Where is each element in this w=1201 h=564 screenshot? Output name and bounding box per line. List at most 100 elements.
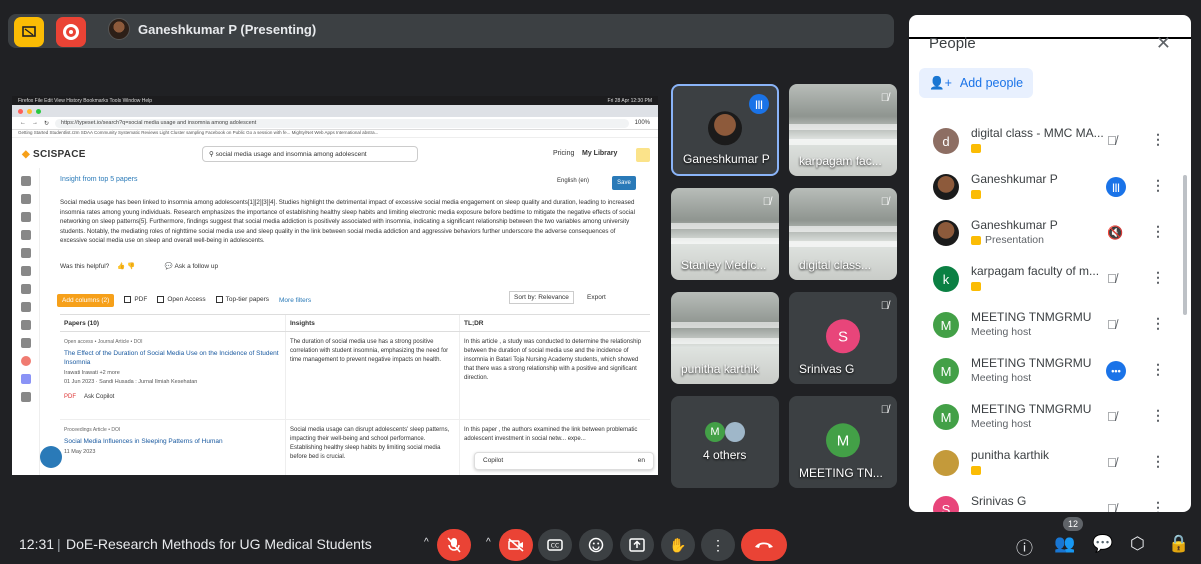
list-item[interactable]: M MEETING TNMGRMU Meeting host 🎙̸ ⋮ (909, 395, 1191, 441)
language-select: English (en) (557, 178, 590, 184)
captions-icon: CC (547, 539, 563, 551)
list-item[interactable]: Ganeshkumar P Presentation 🔇 ⋮ (909, 211, 1191, 257)
more-options-icon[interactable]: ⋮ (1151, 453, 1165, 470)
presenting-bar: Ganeshkumar P (Presenting) (8, 14, 894, 48)
list-item[interactable]: M MEETING TNMGRMU Meeting host 🎙̸ ⋮ (909, 303, 1191, 349)
mic-off-icon[interactable]: 🎙̸ (1107, 317, 1117, 332)
more-options-icon[interactable]: ⋮ (1151, 223, 1165, 240)
presentation-icon[interactable] (14, 17, 44, 47)
host-controls-icon[interactable]: 🔒 (1168, 534, 1189, 554)
participant-tile[interactable]: M 🎙̸ MEETING TN... (789, 396, 897, 488)
more-options-icon[interactable]: ⋮ (1151, 269, 1165, 286)
sort-select: Sort by: Relevance (509, 291, 574, 304)
more-options-icon[interactable]: ⋮ (1151, 407, 1165, 424)
participant-tile[interactable]: punitha karthik (671, 292, 779, 384)
list-item[interactable]: punitha karthik 🎙̸ ⋮ (909, 441, 1191, 487)
mic-off-icon: 🎙̸ (880, 404, 889, 416)
scispace-logo: SCISPACE (22, 149, 86, 160)
present-screen-icon (629, 538, 645, 552)
mic-toggle-button[interactable] (437, 529, 471, 561)
avatar (933, 174, 959, 200)
add-columns-button: Add columns (2) (57, 293, 115, 307)
avatar: M (933, 358, 959, 384)
raise-hand-button[interactable]: ✋ (661, 529, 695, 561)
participant-tile[interactable]: ||| Ganeshkumar P (671, 84, 779, 176)
ask-copilot-link: Ask Copilot (84, 394, 115, 400)
presentation-badge-icon (971, 282, 981, 291)
info-icon[interactable]: ⓘ (1016, 534, 1033, 559)
more-options-icon[interactable]: ⋮ (1151, 499, 1165, 512)
avatar (708, 111, 742, 146)
paper-meta: Open access • Journal Article • DOI (64, 339, 143, 345)
mic-off-icon[interactable]: 🎙̸ (1107, 271, 1117, 286)
person-role: Meeting host (971, 372, 1032, 384)
captions-button[interactable]: CC (538, 529, 572, 561)
list-item[interactable]: S Srinivas G 🎙̸ ⋮ (909, 487, 1191, 512)
more-options-button[interactable]: ⋮ (701, 529, 735, 561)
list-item[interactable]: Ganeshkumar P ||| ⋮ (909, 165, 1191, 211)
people-panel: People ✕ 👤+ Add people d digital class -… (909, 15, 1191, 512)
participant-tile[interactable]: 🎙̸ Stanley Medic... (671, 188, 779, 280)
camera-toggle-button[interactable] (499, 529, 533, 561)
present-button[interactable] (620, 529, 654, 561)
filters-row: Add columns (2) PDF Open Access Top-tier… (57, 291, 647, 309)
more-options-icon[interactable]: ⋮ (1151, 177, 1165, 194)
avatar: M (933, 312, 959, 338)
back-icon: ← (20, 120, 26, 126)
camera-options-chevron-icon[interactable]: ^ (486, 537, 491, 548)
mic-off-icon[interactable]: 🎙̸ (1107, 501, 1117, 512)
search-icon: ⚲ (209, 151, 216, 158)
list-item[interactable]: d digital class - MMC MA... 🎙̸ ⋮ (909, 119, 1191, 165)
chat-icon (20, 284, 31, 294)
mic-off-icon[interactable]: 🎙̸ (1107, 133, 1117, 148)
paper-title: The Effect of the Duration of Social Med… (64, 350, 279, 366)
close-icon[interactable]: ✕ (1156, 33, 1171, 54)
avatar: k (933, 266, 959, 292)
avatar: M (933, 404, 959, 430)
mac-clock: Fri 28 Apr 12:30 PM (607, 97, 652, 104)
volume-off-icon[interactable]: 🔇 (1107, 225, 1123, 241)
participant-tile[interactable]: 🎙̸ digital class... (789, 188, 897, 280)
more-options-icon[interactable]: ⋮ (1151, 315, 1165, 332)
reactions-button[interactable] (579, 529, 613, 561)
tile-name: MEETING TN... (799, 466, 883, 480)
person-name: MEETING TNMGRMU (971, 402, 1092, 416)
add-people-button[interactable]: 👤+ Add people (919, 68, 1034, 98)
url-field: https://typeset.io/search?q=social media… (55, 118, 629, 128)
meeting-clock: 12:31 (19, 536, 55, 552)
chrome-icon (20, 356, 31, 366)
participant-tile[interactable]: S 🎙̸ Srinivas G (789, 292, 897, 384)
participant-tile[interactable]: 🎙̸ karpagam fac... (789, 84, 897, 176)
svg-text:CC: CC (551, 543, 559, 550)
mic-off-icon[interactable]: 🎙̸ (1107, 409, 1117, 424)
table-header: Papers (10) Insights TL;DR (60, 314, 650, 332)
mic-off-icon: 🎙̸ (880, 92, 889, 104)
more-options-icon[interactable]: ⋮ (1151, 131, 1165, 148)
more-activity-icon: ••• (1106, 361, 1126, 381)
avatar (725, 422, 745, 442)
mic-off-icon[interactable]: 🎙̸ (1107, 455, 1117, 470)
more-options-icon[interactable]: ⋮ (1151, 361, 1165, 378)
recording-icon[interactable] (56, 17, 86, 47)
leave-call-button[interactable] (741, 529, 787, 561)
helpful-row: Was this helpful? 👍 👎 💬 Ask a follow up (60, 262, 218, 270)
person-name: Srinivas G (971, 494, 1027, 508)
user-avatar (40, 446, 62, 468)
mic-off-icon: 🎙̸ (880, 196, 889, 208)
list-item[interactable]: k karpagam faculty of m... 🎙̸ ⋮ (909, 257, 1191, 303)
mic-options-chevron-icon[interactable]: ^ (424, 537, 429, 548)
col-papers: Papers (10) (60, 315, 286, 331)
activities-icon[interactable]: ⬡ (1130, 534, 1145, 554)
others-tile[interactable]: M 4 others (671, 396, 779, 488)
person-name: Ganeshkumar P (971, 172, 1058, 186)
insight-papers: 5 papers (110, 176, 138, 183)
quote-icon (20, 302, 31, 312)
tile-name: punitha karthik (681, 362, 760, 376)
chat-icon[interactable]: 💬 (1092, 534, 1113, 554)
paper-date: 01 Jun 2023 · Sandi Husada : Jurnal Ilmi… (64, 379, 198, 385)
paraphrase-icon (20, 338, 31, 348)
meeting-title: DoE-Research Methods for UG Medical Stud… (66, 536, 372, 552)
list-item[interactable]: M MEETING TNMGRMU Meeting host ••• ⋮ (909, 349, 1191, 395)
zoom-level: 100% (634, 120, 650, 126)
people-icon[interactable]: 👥 (1054, 534, 1075, 554)
